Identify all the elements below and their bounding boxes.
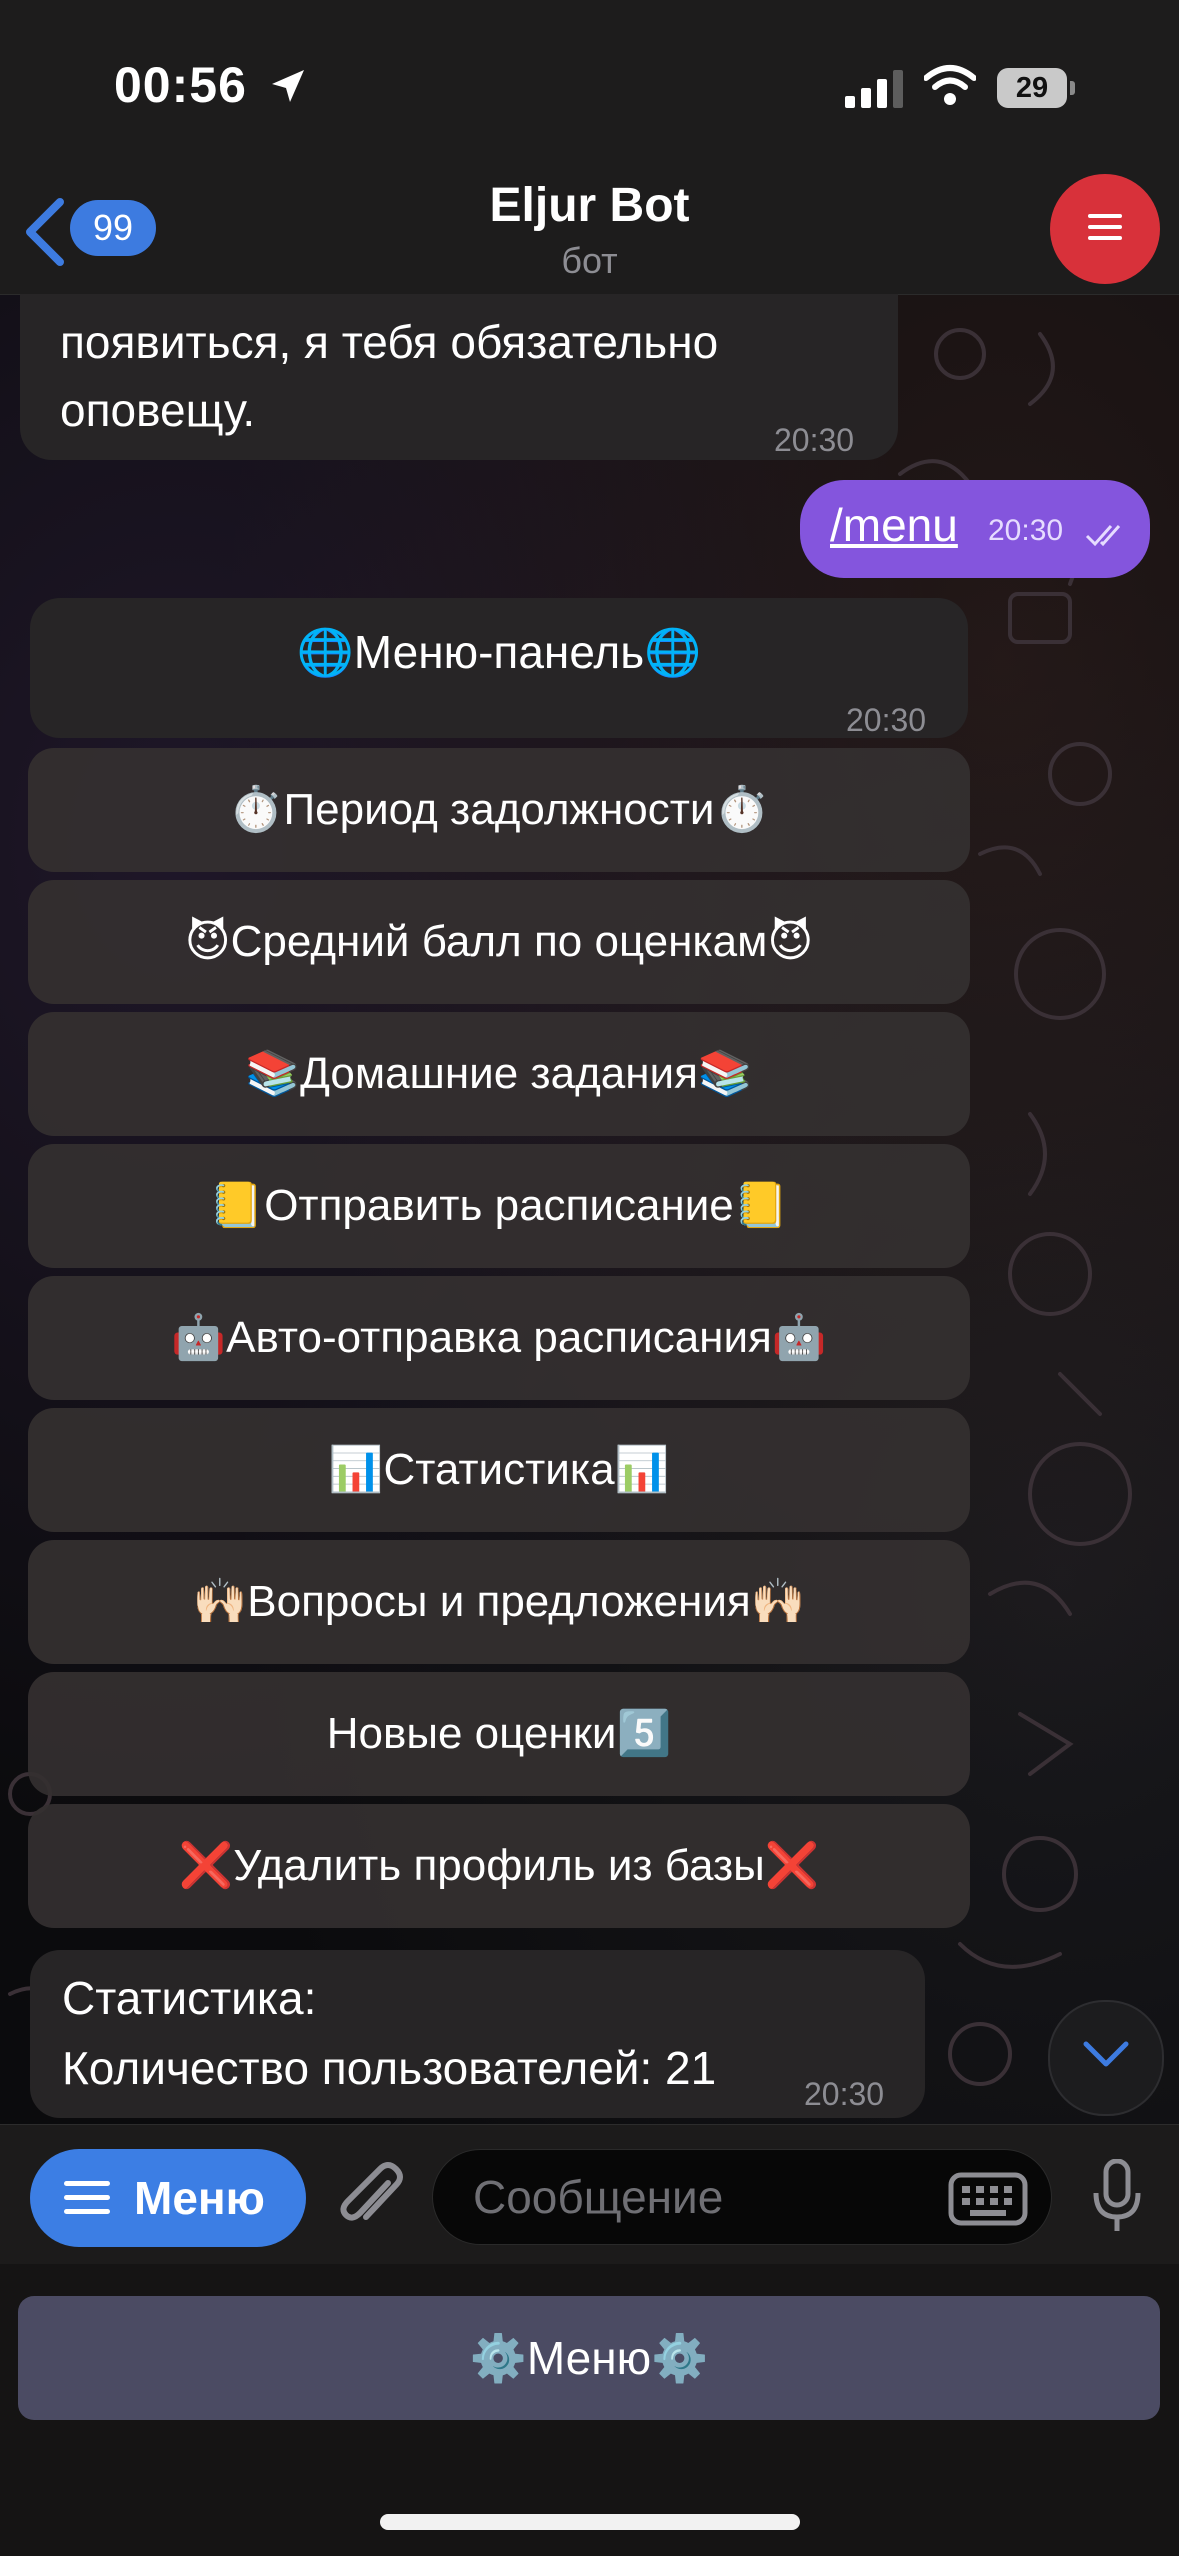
hamburger-icon [1088, 214, 1122, 240]
read-check-icon [1085, 525, 1121, 547]
keyboard-icon[interactable] [948, 2172, 1028, 2226]
inline-button-new-grades[interactable]: Новые оценки5️⃣ [28, 1672, 970, 1796]
message-text: 🌐Меню-панель🌐 [296, 626, 702, 678]
inline-button-send-schedule[interactable]: 📒Отправить расписание📒 [28, 1144, 970, 1268]
status-time: 00:56 [114, 57, 247, 113]
wifi-icon [924, 65, 976, 105]
reply-keyboard: ⚙️Меню⚙️ [0, 2264, 1179, 2556]
chat-menu-button[interactable] [1050, 174, 1160, 284]
status-bar: 00:56 29 [0, 0, 1179, 170]
inline-button-average-grade[interactable]: 😈Средний балл по оценкам😈 [28, 880, 970, 1004]
message-line: появиться, я тебя обязательно [60, 316, 719, 368]
message-line: Количество пользователей: 21 [62, 2042, 717, 2094]
microphone-icon[interactable] [1092, 2159, 1142, 2235]
message-menu-panel: 🌐Меню-панель🌐 20:30 [30, 598, 968, 738]
message-line: оповещу. [60, 384, 256, 436]
scroll-down-chevron-icon [1083, 2041, 1129, 2067]
inline-button-delete-profile[interactable]: ❌Удалить профиль из базы❌ [28, 1804, 970, 1928]
message-outgoing: /menu 20:30 [800, 480, 1150, 578]
message-incoming-previous: появиться, я тебя обязательно оповещу. 2… [20, 294, 898, 460]
message-time: 20:30 [988, 514, 1064, 547]
inline-button-homework[interactable]: 📚Домашние задания📚 [28, 1012, 970, 1136]
inline-button-questions[interactable]: 🙌🏻Вопросы и предложения🙌🏻 [28, 1540, 970, 1664]
message-time: 20:30 [804, 2076, 885, 2112]
scroll-down-button[interactable] [1048, 2000, 1164, 2116]
attach-icon[interactable] [336, 2159, 406, 2235]
battery-icon: 29 [997, 68, 1077, 108]
message-time: 20:30 [774, 422, 855, 458]
inline-button-debt-period[interactable]: ⏱️Период задолжности⏱️ [28, 748, 970, 872]
chat-subtitle: бот [561, 240, 618, 281]
message-line: Статистика: [62, 1972, 317, 2024]
home-indicator[interactable] [380, 2514, 800, 2530]
input-bar: Меню Сообщение [0, 2124, 1179, 2265]
signal-icon [845, 70, 903, 108]
location-arrow-icon [272, 70, 304, 102]
command-link[interactable]: /menu [830, 498, 958, 552]
reply-button-menu[interactable]: ⚙️Меню⚙️ [18, 2296, 1160, 2420]
chat-header: 99 Eljur Bot бот [0, 170, 1179, 295]
bot-menu-label: Меню [134, 2172, 265, 2224]
inline-button-auto-schedule[interactable]: 🤖Авто-отправка расписания🤖 [28, 1276, 970, 1400]
bot-menu-button[interactable]: Меню [30, 2149, 306, 2247]
message-statistics: Статистика: Количество пользователей: 21… [30, 1950, 925, 2118]
message-placeholder: Сообщение [473, 2171, 724, 2223]
message-input[interactable]: Сообщение [432, 2149, 1052, 2245]
hamburger-icon [64, 2181, 110, 2214]
message-time: 20:30 [846, 702, 927, 738]
chat-title[interactable]: Eljur Bot [0, 178, 1179, 233]
inline-button-statistics[interactable]: 📊Статистика📊 [28, 1408, 970, 1532]
battery-level: 29 [1015, 72, 1049, 104]
